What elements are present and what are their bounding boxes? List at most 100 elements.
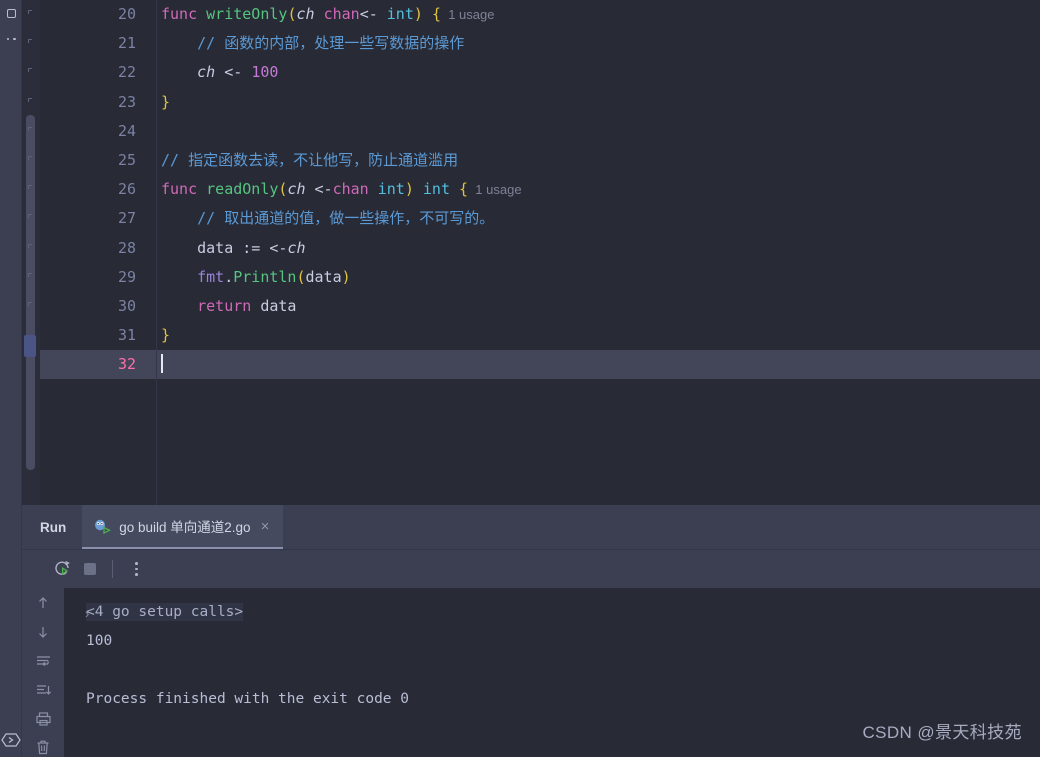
next-occurrence-button[interactable] <box>30 623 56 642</box>
folded-setup-calls[interactable]: <4 go setup calls> <box>86 603 244 621</box>
clear-all-button[interactable] <box>30 738 56 757</box>
code-token: chan <box>332 180 369 199</box>
code-line[interactable]: } <box>157 321 1040 350</box>
console-line-output: 100 <box>86 633 113 649</box>
indent-marker <box>28 126 32 131</box>
code-token: fmt <box>197 267 225 286</box>
code-token: ) <box>341 267 351 286</box>
code-line[interactable] <box>157 350 1040 380</box>
indent-marker <box>28 302 32 306</box>
go-run-icon <box>94 518 112 535</box>
code-line[interactable]: func readOnly(ch <-chan int) int { 1 usa… <box>157 175 1040 204</box>
code-token: } <box>161 326 171 345</box>
close-icon[interactable]: × <box>259 519 272 534</box>
project-structure-icon[interactable] <box>0 0 22 26</box>
code-token: // 取出通道的值，做一些操作，不可写的。 <box>161 209 495 228</box>
code-token: <- <box>305 180 333 199</box>
code-token: // 函数的内部，处理一些写数据的操作 <box>161 34 465 53</box>
editor-vertical-scrollbar[interactable] <box>26 115 35 470</box>
run-panel-toolbar <box>22 550 1040 588</box>
code-token: { <box>431 5 441 23</box>
code-token: // 指定函数去读，不让他写，防止通道滥用 <box>161 150 459 169</box>
dot <box>135 567 138 571</box>
line-number: 20 <box>117 5 136 23</box>
run-tool-window: Run go build 单向通道2.go × › <4 go setup ca… <box>22 505 1040 757</box>
code-token: func <box>161 5 207 23</box>
code-line[interactable]: } <box>157 88 1040 117</box>
print-icon <box>35 712 51 726</box>
code-token: { <box>459 180 469 199</box>
code-line[interactable]: func writeOnly(ch chan<- int) { 1 usage <box>157 0 1040 29</box>
editor-marker-strip <box>22 0 40 505</box>
code-line[interactable]: fmt.Println(data) <box>157 263 1040 292</box>
rerun-icon <box>55 560 70 575</box>
line-number: 28 <box>117 238 136 257</box>
run-panel-title: Run <box>40 519 67 535</box>
code-token: chan <box>323 5 360 23</box>
watermark-text: CSDN @景天科技苑 <box>862 723 1022 742</box>
fold-chevron-icon[interactable]: › <box>85 599 89 628</box>
console-area: › <4 go setup calls> 100 Process finishe… <box>22 588 1040 757</box>
indent-marker <box>28 68 32 73</box>
line-number: 31 <box>117 326 136 345</box>
terminal-icon[interactable] <box>0 723 22 757</box>
code-line[interactable] <box>157 117 1040 146</box>
code-token: data := <- <box>161 238 288 257</box>
editor-gutter[interactable]: 20 21 22 23 24 25 26 27 28 29 30 31 32 <box>40 0 157 505</box>
line-number: 22 <box>117 63 136 82</box>
editor-code-area[interactable]: func writeOnly(ch chan<- int) { 1 usage … <box>157 0 1040 505</box>
console-line-folded: <4 go setup calls> <box>64 598 1040 627</box>
code-line[interactable]: // 取出通道的值，做一些操作，不可写的。 <box>157 204 1040 233</box>
indent-marker <box>28 97 32 102</box>
code-line[interactable]: return data <box>157 292 1040 321</box>
line-number: 32 <box>40 350 156 380</box>
code-token: ) <box>404 180 414 199</box>
console-line-exit: Process finished with the exit code 0 <box>86 691 410 707</box>
soft-wrap-button[interactable] <box>30 652 56 671</box>
code-token: 1 usage <box>468 182 522 198</box>
print-button[interactable] <box>30 709 56 728</box>
code-token: Println <box>233 267 297 286</box>
ide-window: 20 21 22 23 24 25 26 27 28 29 30 31 32 func writeOnl… <box>0 0 1040 757</box>
indent-marker <box>28 214 32 219</box>
code-token: 100 <box>251 63 279 82</box>
code-line[interactable]: data := <-ch <box>157 234 1040 263</box>
rail-top-group <box>0 0 22 52</box>
code-token: ) <box>413 5 423 23</box>
dot <box>135 562 138 565</box>
trash-icon <box>37 740 49 755</box>
console-output[interactable]: › <4 go setup calls> 100 Process finishe… <box>64 588 1040 757</box>
stop-button[interactable] <box>84 563 96 575</box>
code-token: data <box>305 267 342 286</box>
code-editor[interactable]: 20 21 22 23 24 25 26 27 28 29 30 31 32 func writeOnl… <box>22 0 1040 505</box>
rerun-button[interactable] <box>54 560 72 578</box>
more-actions-button[interactable] <box>129 562 144 576</box>
code-token: } <box>161 92 171 111</box>
code-line[interactable]: ch <- 100 <box>157 58 1040 87</box>
line-number: 23 <box>117 92 136 111</box>
scroll-to-end-button[interactable] <box>30 680 56 699</box>
run-tab-go-build[interactable]: go build 单向通道2.go × <box>82 505 284 549</box>
indent-marker <box>28 243 32 248</box>
code-line[interactable]: // 指定函数去读，不让他写，防止通道滥用 <box>157 146 1040 175</box>
line-number: 24 <box>117 121 136 140</box>
code-token: ch <box>287 238 306 257</box>
code-token: readOnly <box>206 180 279 199</box>
prev-occurrence-button[interactable] <box>30 594 56 613</box>
indent-marker <box>28 185 32 190</box>
arrow-up-icon <box>39 597 47 609</box>
code-token: int <box>386 5 414 23</box>
code-line[interactable]: // 函数的内部，处理一些写数据的操作 <box>157 29 1040 58</box>
indent-marker <box>28 156 32 160</box>
more-options-icon[interactable] <box>0 26 22 52</box>
console-side-toolbar <box>22 588 64 757</box>
rail-bottom-group <box>0 723 22 757</box>
code-token: 1 usage <box>440 7 495 22</box>
stop-icon <box>84 563 96 575</box>
